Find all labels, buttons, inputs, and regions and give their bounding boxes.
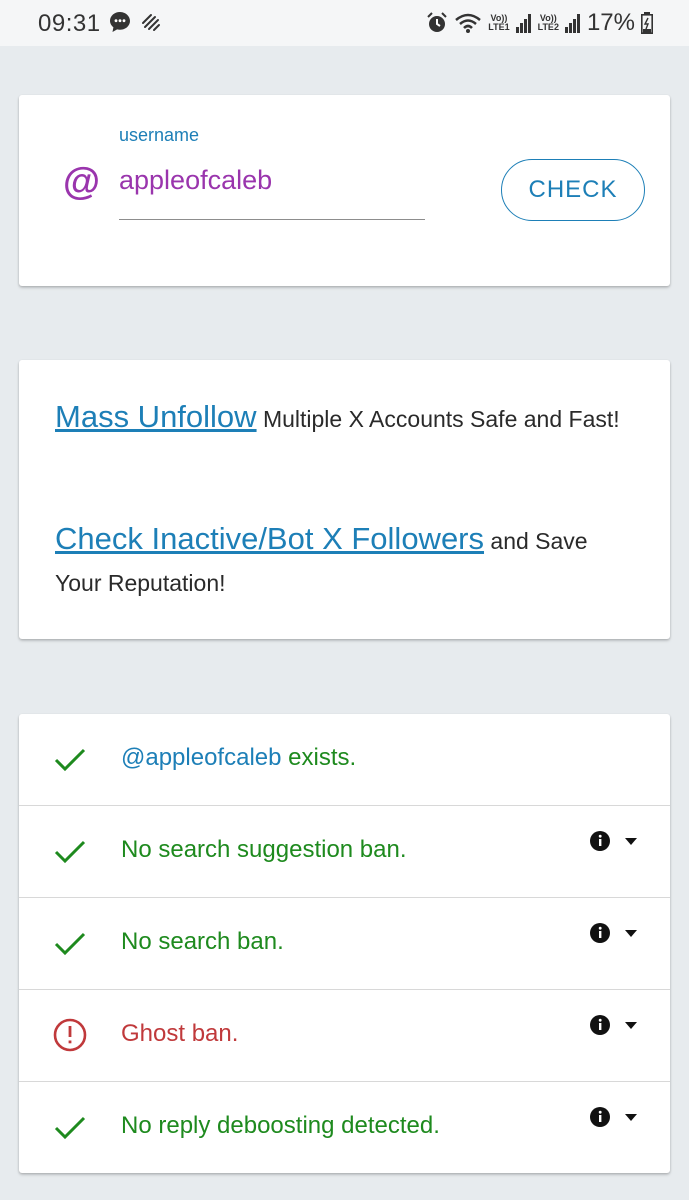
- result-row-reply-deboosting[interactable]: No reply deboosting detected.: [19, 1082, 670, 1174]
- info-icon[interactable]: [589, 922, 611, 944]
- at-prefix: @: [63, 161, 101, 203]
- battery-icon: [641, 12, 653, 34]
- signal-2-icon: [564, 14, 580, 33]
- info-icon[interactable]: [589, 830, 611, 852]
- check-button[interactable]: CHECK: [501, 159, 645, 221]
- status-bar: 09:31 Vo)) LTE1 Vo)) LTE2 17%: [0, 0, 689, 46]
- mass-unfollow-link[interactable]: Mass Unfollow: [55, 399, 257, 434]
- result-row-exists: @appleofcaleb exists.: [19, 714, 670, 806]
- caret-down-icon[interactable]: [625, 1114, 637, 1122]
- network-2-label: LTE2: [537, 22, 559, 32]
- caret-down-icon[interactable]: [625, 1022, 637, 1030]
- check-icon: [54, 1116, 86, 1140]
- battery-percent: 17%: [586, 9, 635, 36]
- info-icon[interactable]: [589, 1014, 611, 1036]
- alert-circle-icon: [53, 1018, 87, 1052]
- promo-line-1: Mass Unfollow Multiple X Accounts Safe a…: [55, 396, 635, 440]
- caret-down-icon[interactable]: [625, 930, 637, 938]
- username-mention: @appleofcaleb: [121, 744, 282, 771]
- sync-icon: [142, 14, 160, 31]
- check-inactive-followers-link[interactable]: Check Inactive/Bot X Followers: [55, 521, 484, 556]
- info-icon[interactable]: [589, 1106, 611, 1128]
- signal-1-icon: [515, 14, 531, 33]
- caret-down-icon[interactable]: [625, 838, 637, 846]
- username-card: @ username appleofcaleb CHECK: [19, 95, 670, 286]
- wifi-icon: [455, 13, 482, 33]
- result-row-ghost-ban[interactable]: Ghost ban.: [19, 990, 670, 1082]
- result-row-search-ban[interactable]: No search ban.: [19, 898, 670, 990]
- result-text: No search ban.: [121, 928, 284, 955]
- status-time: 09:31: [38, 10, 101, 37]
- results-card: @appleofcaleb exists. No search suggesti…: [19, 714, 670, 1173]
- alarm-icon: [427, 12, 447, 32]
- result-text: exists.: [288, 744, 357, 771]
- message-icon: [110, 12, 130, 32]
- result-text: No search suggestion ban.: [121, 836, 407, 863]
- promo-card: Mass Unfollow Multiple X Accounts Safe a…: [19, 360, 670, 639]
- username-label: username: [119, 125, 200, 145]
- promo-line-2: Check Inactive/Bot X Followers and Save …: [55, 518, 635, 604]
- promo-line-1-text: Multiple X Accounts Safe and Fast!: [262, 406, 620, 432]
- result-row-search-suggestion[interactable]: No search suggestion ban.: [19, 806, 670, 898]
- check-icon: [54, 932, 86, 956]
- result-text: Ghost ban.: [121, 1020, 239, 1047]
- username-underline: [119, 219, 425, 220]
- username-input[interactable]: appleofcaleb: [119, 165, 272, 196]
- check-icon: [54, 840, 86, 864]
- result-text: No reply deboosting detected.: [121, 1112, 440, 1139]
- check-icon: [54, 748, 86, 772]
- network-1-label: LTE1: [488, 22, 510, 32]
